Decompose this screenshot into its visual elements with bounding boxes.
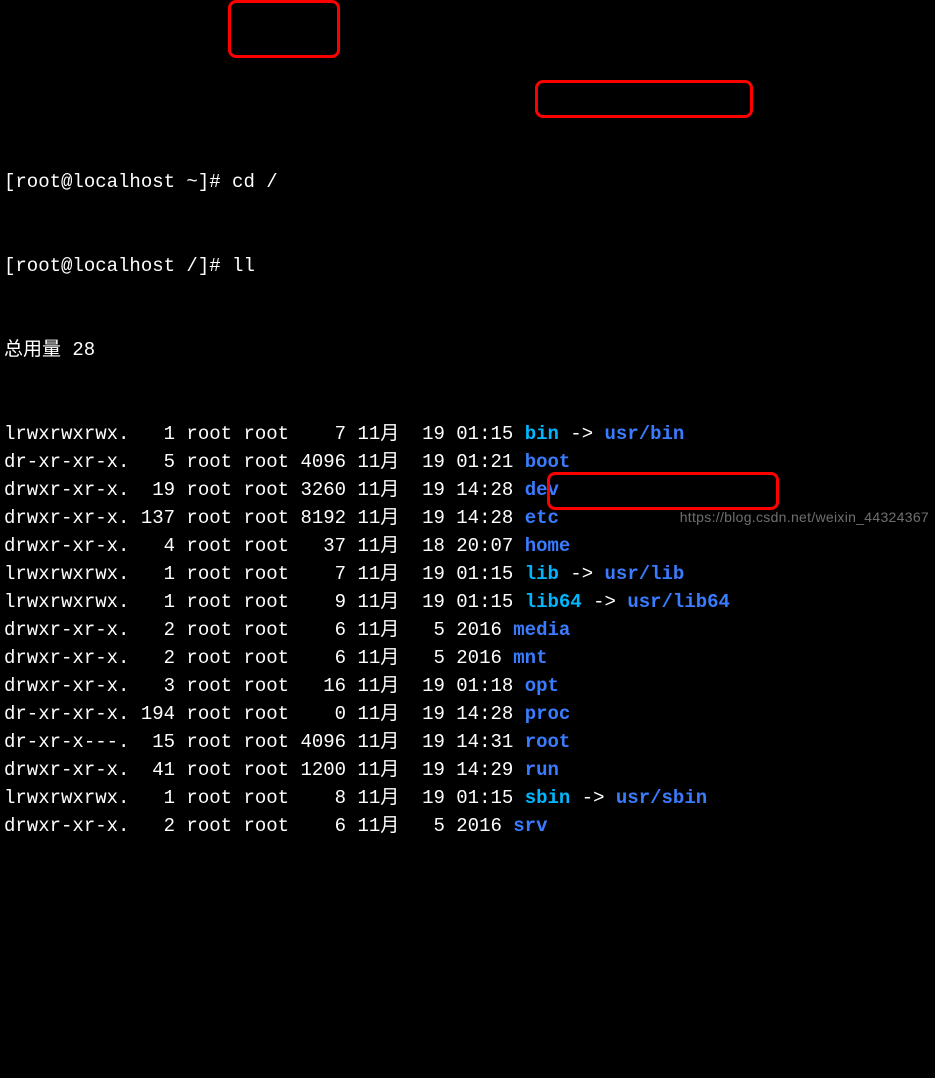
list-item: lrwxrwxrwx. 1 root root 9 11月 19 01:15 l… [4, 588, 931, 616]
file-name: root [525, 731, 571, 753]
list-item: drwxr-xr-x. 2 root root 6 11月 5 2016 med… [4, 616, 931, 644]
symlink-arrow: -> [582, 591, 628, 613]
file-meta: lrwxrwxrwx. 1 root root 8 11月 19 01:15 [4, 787, 525, 809]
file-name: boot [525, 451, 571, 473]
file-listing: lrwxrwxrwx. 1 root root 7 11月 19 01:15 b… [4, 420, 931, 840]
file-name: lib [525, 563, 559, 585]
list-item: drwxr-xr-x. 41 root root 1200 11月 19 14:… [4, 756, 931, 784]
file-meta: lrwxrwxrwx. 1 root root 9 11月 19 01:15 [4, 591, 525, 613]
file-name: sbin [525, 787, 571, 809]
symlink-target: usr/sbin [616, 787, 707, 809]
file-meta: drwxr-xr-x. 2 root root 6 11月 5 2016 [4, 619, 513, 641]
list-item: drwxr-xr-x. 2 root root 6 11月 5 2016 srv [4, 812, 931, 840]
file-name: srv [513, 815, 547, 837]
list-item: drwxr-xr-x. 4 root root 37 11月 18 20:07 … [4, 532, 931, 560]
file-meta: lrwxrwxrwx. 1 root root 7 11月 19 01:15 [4, 563, 525, 585]
list-item: dr-xr-xr-x. 5 root root 4096 11月 19 01:2… [4, 448, 931, 476]
file-name: proc [525, 703, 571, 725]
file-name: run [525, 759, 559, 781]
terminal-output: [root@localhost ~]# cd / [root@localhost… [0, 112, 935, 868]
list-item: lrwxrwxrwx. 1 root root 8 11月 19 01:15 s… [4, 784, 931, 812]
file-meta: drwxr-xr-x. 137 root root 8192 11月 19 14… [4, 507, 525, 529]
list-item: drwxr-xr-x. 3 root root 16 11月 19 01:18 … [4, 672, 931, 700]
file-name: home [525, 535, 571, 557]
total-line: 总用量 28 [4, 336, 931, 364]
file-name: lib64 [525, 591, 582, 613]
file-name: bin [525, 423, 559, 445]
file-meta: drwxr-xr-x. 41 root root 1200 11月 19 14:… [4, 759, 525, 781]
list-item: dr-xr-xr-x. 194 root root 0 11月 19 14:28… [4, 700, 931, 728]
symlink-target: usr/bin [605, 423, 685, 445]
file-meta: lrwxrwxrwx. 1 root root 7 11月 19 01:15 [4, 423, 525, 445]
file-meta: drwxr-xr-x. 2 root root 6 11月 5 2016 [4, 647, 513, 669]
prompt-line-1[interactable]: [root@localhost ~]# cd / [4, 168, 931, 196]
file-name: media [513, 619, 570, 641]
highlight-box-commands [228, 0, 340, 58]
list-item: lrwxrwxrwx. 1 root root 7 11月 19 01:15 l… [4, 560, 931, 588]
list-item: drwxr-xr-x. 19 root root 3260 11月 19 14:… [4, 476, 931, 504]
symlink-target: usr/lib64 [627, 591, 730, 613]
symlink-arrow: -> [570, 787, 616, 809]
file-name: dev [525, 479, 559, 501]
list-item: dr-xr-x---. 15 root root 4096 11月 19 14:… [4, 728, 931, 756]
prompt-prefix: [root@localhost /]# [4, 255, 232, 277]
symlink-target: usr/lib [605, 563, 685, 585]
file-meta: drwxr-xr-x. 19 root root 3260 11月 19 14:… [4, 479, 525, 501]
file-name: etc [525, 507, 559, 529]
file-name: opt [525, 675, 559, 697]
file-name: mnt [513, 647, 547, 669]
file-meta: drwxr-xr-x. 2 root root 6 11月 5 2016 [4, 815, 513, 837]
command-text: ll [232, 255, 255, 277]
file-meta: drwxr-xr-x. 3 root root 16 11月 19 01:18 [4, 675, 525, 697]
prompt-line-2[interactable]: [root@localhost /]# ll [4, 252, 931, 280]
watermark-text: https://blog.csdn.net/weixin_44324367 [680, 503, 929, 531]
list-item: drwxr-xr-x. 2 root root 6 11月 5 2016 mnt [4, 644, 931, 672]
file-meta: dr-xr-xr-x. 5 root root 4096 11月 19 01:2… [4, 451, 525, 473]
symlink-arrow: -> [559, 563, 605, 585]
file-meta: dr-xr-xr-x. 194 root root 0 11月 19 14:28 [4, 703, 525, 725]
symlink-arrow: -> [559, 423, 605, 445]
prompt-prefix: [root@localhost ~]# [4, 171, 232, 193]
command-text: cd / [232, 171, 278, 193]
list-item: lrwxrwxrwx. 1 root root 7 11月 19 01:15 b… [4, 420, 931, 448]
file-meta: dr-xr-x---. 15 root root 4096 11月 19 14:… [4, 731, 525, 753]
file-meta: drwxr-xr-x. 4 root root 37 11月 18 20:07 [4, 535, 525, 557]
